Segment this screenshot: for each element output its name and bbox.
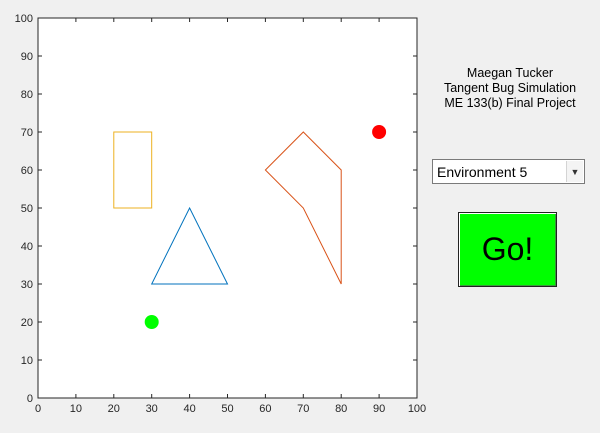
x-tick-label: 30 <box>146 403 158 415</box>
start-point-marker <box>144 315 159 329</box>
environment-dropdown[interactable]: Environment 5 ▼ <box>432 159 585 184</box>
environment-selected-value: Environment 5 <box>437 163 528 180</box>
x-tick-label: 20 <box>108 403 120 415</box>
axes-box <box>37 17 418 399</box>
x-tick-label: 40 <box>183 403 195 415</box>
y-tick-label: 10 <box>21 355 33 367</box>
chevron-down-icon[interactable]: ▼ <box>566 161 583 182</box>
author-name: Maegan Tucker <box>466 66 554 80</box>
x-tick-label: 70 <box>297 403 309 415</box>
y-tick-label: 70 <box>21 127 33 139</box>
y-tick-label: 60 <box>21 165 33 177</box>
x-tick-label: 90 <box>373 403 385 415</box>
y-tick-label: 0 <box>27 393 33 405</box>
x-tick-label: 100 <box>408 403 426 415</box>
course-name: ME 133(b) Final Project <box>444 96 576 110</box>
y-tick-label: 90 <box>21 51 33 63</box>
y-tick-label: 100 <box>15 13 33 25</box>
simulation-title: Tangent Bug Simulation <box>443 81 577 95</box>
y-tick-label: 80 <box>21 89 33 101</box>
x-tick-label: 50 <box>221 403 233 415</box>
x-tick-label: 10 <box>70 403 82 415</box>
goal-point-marker <box>372 125 387 139</box>
y-tick-label: 30 <box>21 279 33 291</box>
y-tick-label: 40 <box>21 241 33 253</box>
x-tick-label: 60 <box>259 403 271 415</box>
x-tick-label: 80 <box>335 403 347 415</box>
x-tick-label: 0 <box>35 403 41 415</box>
go-button[interactable]: Go! <box>458 212 557 287</box>
project-info: Maegan Tucker Tangent Bug Simulation ME … <box>430 66 590 111</box>
y-tick-label: 50 <box>21 203 33 215</box>
plot-area: 0 10 20 30 40 50 60 70 80 90 100 0 10 20 30 40 50 60 70 80 9… <box>15 13 427 415</box>
y-tick-label: 20 <box>21 317 33 329</box>
